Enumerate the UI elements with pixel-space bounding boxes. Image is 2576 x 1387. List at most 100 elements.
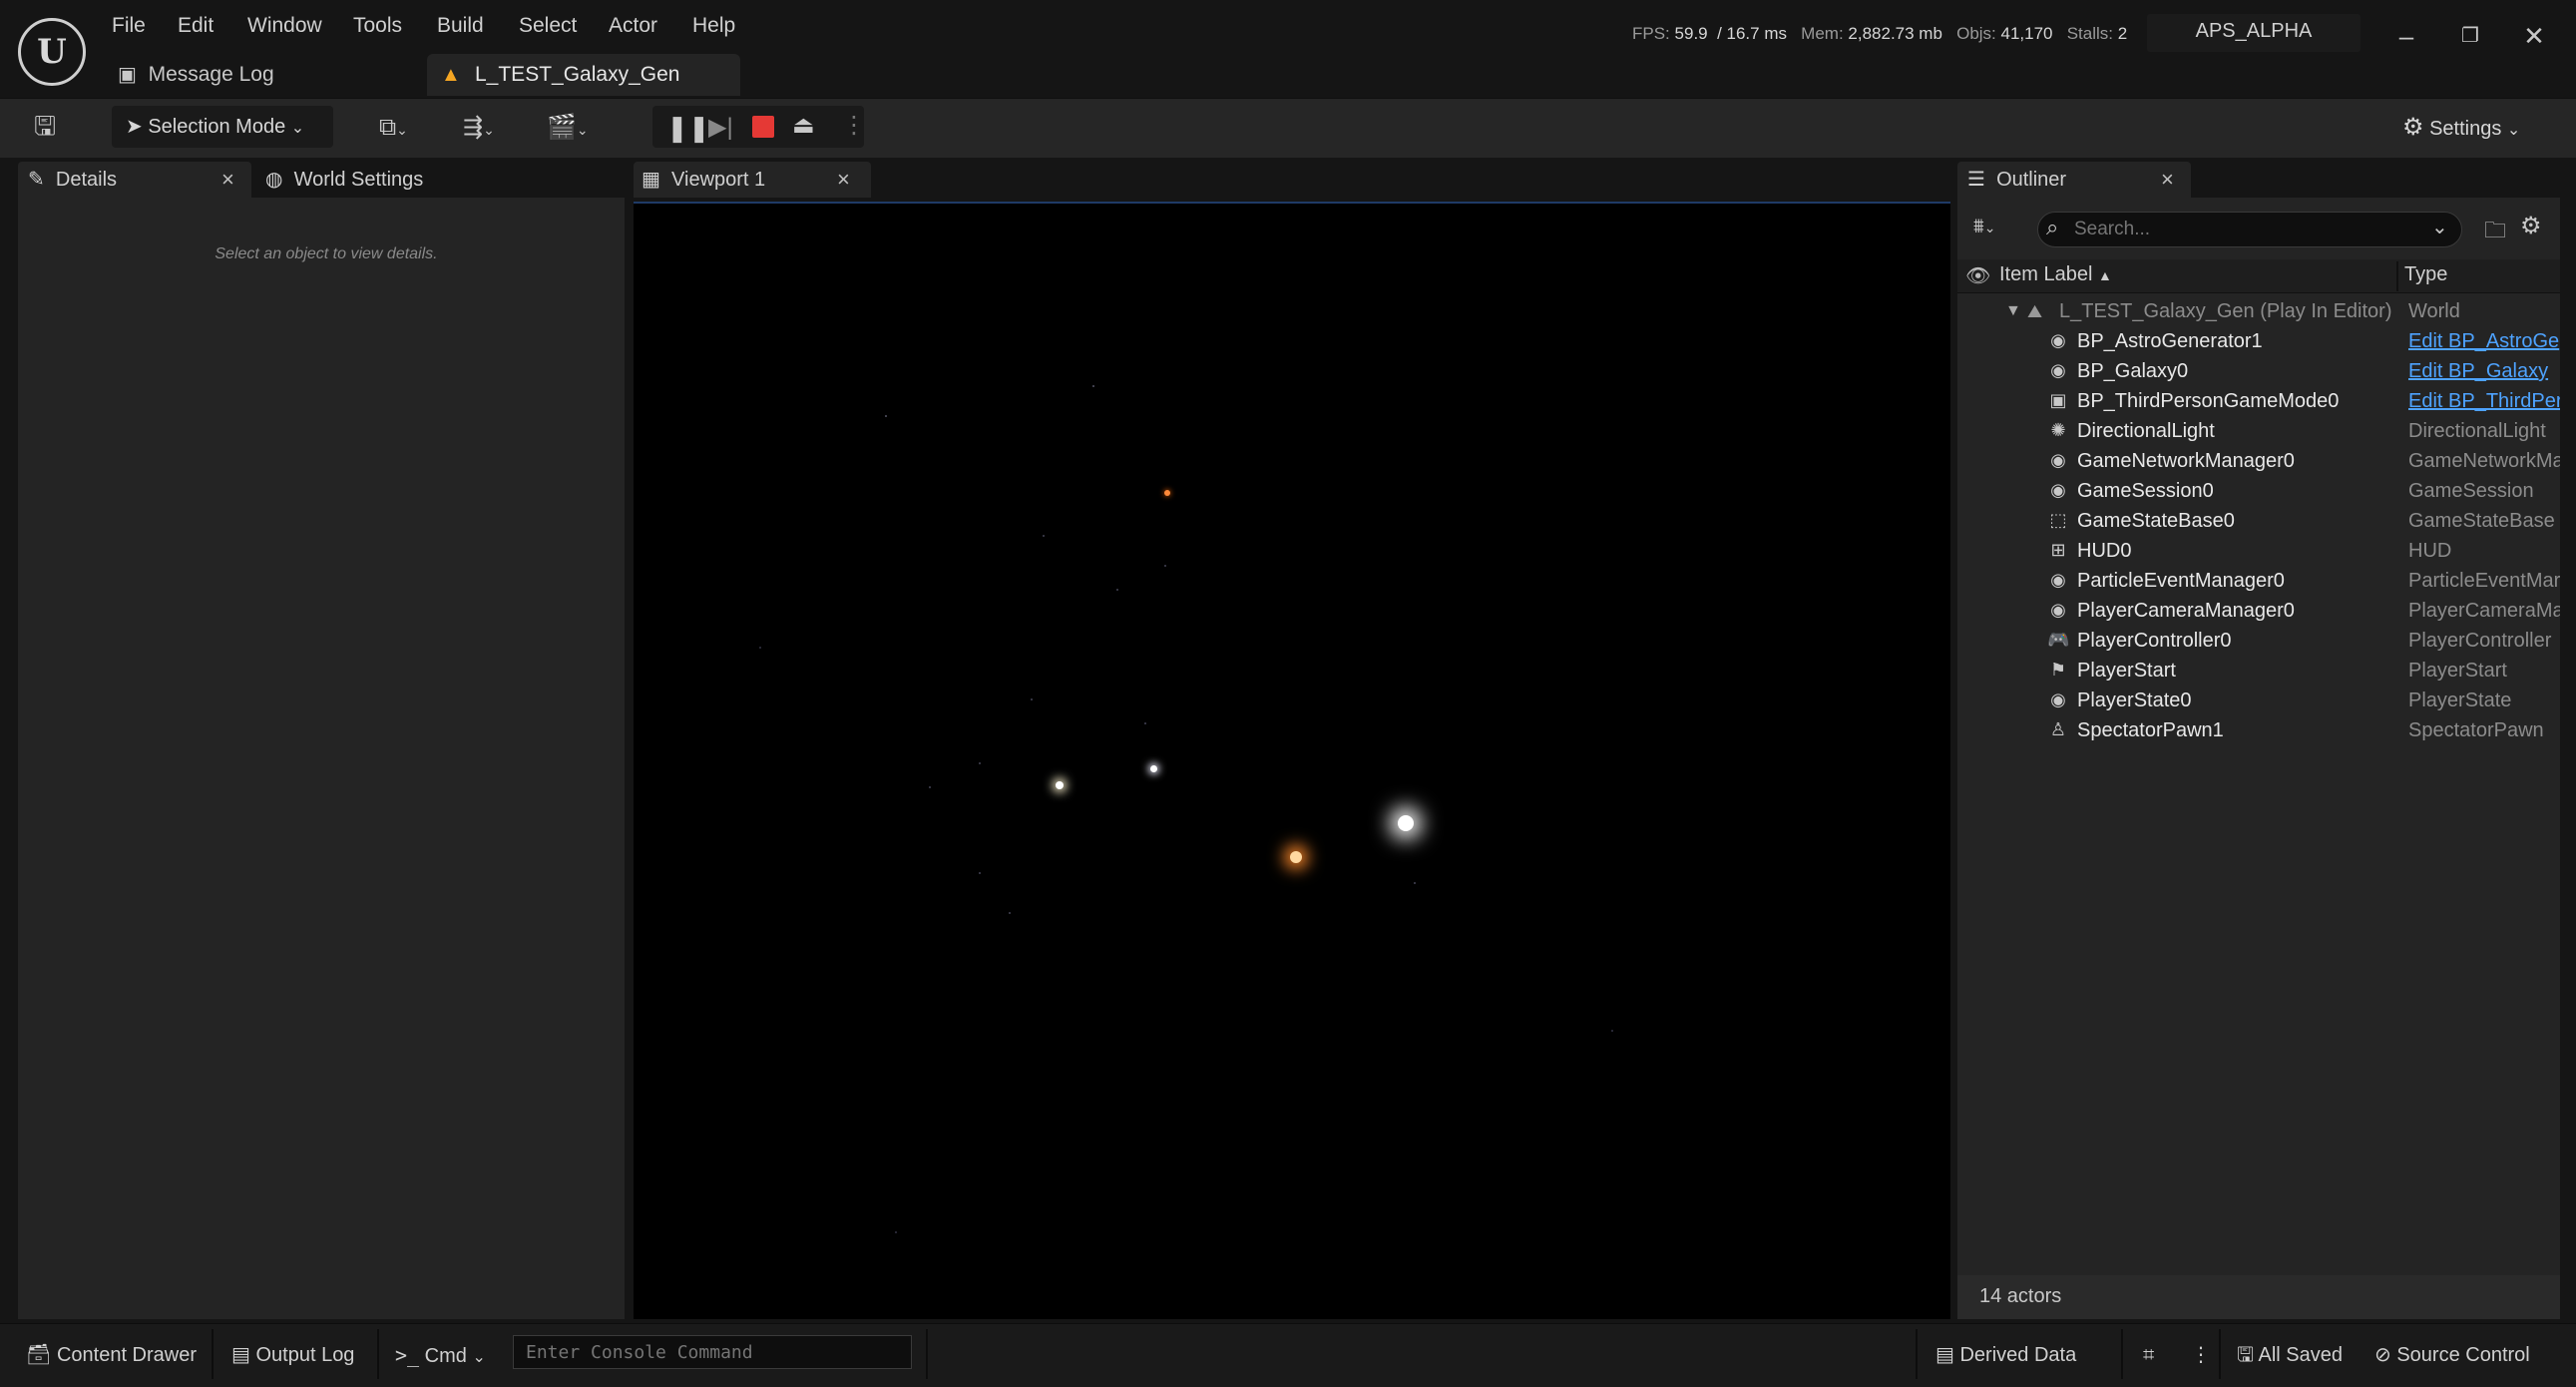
visibility-icon[interactable]: 👁 bbox=[1965, 263, 1990, 288]
outliner-row[interactable]: ◉ ParticleEventManager0 ParticleEventMar bbox=[1957, 566, 2560, 596]
outliner-search: ⌕ ⌄ bbox=[2037, 212, 2462, 247]
cursor-icon: ➤ bbox=[126, 116, 143, 138]
outliner-row[interactable]: ◉ PlayerCameraManager0 PlayerCameraMa bbox=[1957, 596, 2560, 626]
outliner-row[interactable]: ◉ PlayerState0 PlayerState bbox=[1957, 686, 2560, 715]
star bbox=[979, 872, 981, 874]
edit-blueprint-link[interactable]: Edit BP_ThirdPer bbox=[2408, 386, 2560, 416]
outliner-root-row[interactable]: ▼ ⛰ L_TEST_Galaxy_Gen (Play In Editor) W… bbox=[1957, 296, 2560, 326]
tab-viewport[interactable]: ▦ Viewport 1 × bbox=[634, 162, 871, 198]
close-tab-icon[interactable]: × bbox=[837, 162, 850, 198]
hud-icon: ⊞ bbox=[2050, 540, 2066, 560]
menu-help[interactable]: Help bbox=[692, 14, 735, 38]
search-input[interactable] bbox=[2074, 217, 2413, 242]
stats-readout: FPS: 59.9 / 16.7 ms Mem: 2,882.73 mb Obj… bbox=[1632, 24, 2128, 43]
all-saved-button[interactable]: 🖫 All Saved bbox=[2237, 1337, 2343, 1373]
divider bbox=[926, 1329, 928, 1379]
outliner-row[interactable]: ◉ BP_AstroGenerator1 Edit BP_AstroGe bbox=[1957, 326, 2560, 356]
menu-window[interactable]: Window bbox=[247, 14, 322, 38]
add-actor-icon[interactable]: ⧉⌄ bbox=[379, 114, 408, 144]
star bbox=[1116, 589, 1118, 591]
add-folder-icon[interactable]: 🗀 bbox=[2484, 214, 2506, 251]
outliner-row-label: BP_AstroGenerator1 bbox=[2077, 330, 2263, 352]
divider bbox=[2219, 1329, 2221, 1379]
menu-build[interactable]: Build bbox=[437, 14, 484, 38]
selection-mode-button[interactable]: ➤ Selection Mode ⌄ bbox=[112, 106, 333, 148]
details-panel bbox=[18, 198, 625, 1319]
source-control-icon: ⊘ bbox=[2374, 1344, 2391, 1366]
star bbox=[979, 762, 981, 764]
pause-icon[interactable]: ❚❚ bbox=[666, 114, 710, 142]
derived-data-button[interactable]: ▤ Derived Data bbox=[1935, 1337, 2076, 1373]
settings-button[interactable]: ⚙ Settings ⌄ bbox=[2402, 112, 2520, 147]
edit-blueprint-link[interactable]: Edit BP_AstroGe bbox=[2408, 326, 2560, 356]
tab-outliner[interactable]: ☰ Outliner × bbox=[1957, 162, 2191, 198]
menu-file[interactable]: File bbox=[112, 14, 146, 38]
more-options-icon[interactable]: ⋮ bbox=[842, 112, 866, 140]
selection-mode-label: Selection Mode bbox=[148, 116, 286, 138]
outliner-icon: ☰ bbox=[1967, 169, 1985, 191]
star bbox=[1164, 490, 1170, 496]
edit-blueprint-link[interactable]: Edit BP_Galaxy bbox=[2408, 356, 2560, 386]
tab-world-settings[interactable]: ◍ World Settings bbox=[265, 162, 505, 198]
outliner-row[interactable]: ◉ BP_Galaxy0 Edit BP_Galaxy bbox=[1957, 356, 2560, 386]
source-control-button[interactable]: ⊘ Source Control bbox=[2374, 1337, 2530, 1373]
stop-icon[interactable] bbox=[752, 116, 774, 138]
column-divider[interactable] bbox=[2396, 261, 2398, 291]
outliner-row-label: GameNetworkManager0 bbox=[2077, 450, 2295, 472]
outliner-row[interactable]: ◉ GameNetworkManager0 GameNetworkMa bbox=[1957, 446, 2560, 476]
close-window-icon[interactable]: ✕ bbox=[2514, 18, 2554, 54]
expand-arrow-icon[interactable]: ▼ bbox=[2005, 296, 2021, 326]
tab-message-log[interactable]: ▣ Message Log bbox=[118, 54, 274, 96]
tab-message-log-label: Message Log bbox=[148, 63, 274, 86]
cinematics-icon[interactable]: 🎬⌄ bbox=[547, 114, 589, 144]
menu-edit[interactable]: Edit bbox=[178, 14, 214, 38]
star bbox=[895, 1231, 897, 1233]
column-item-label[interactable]: Item Label ▲ bbox=[1999, 263, 2112, 286]
outliner-row-type: GameNetworkMa bbox=[2408, 450, 2560, 472]
blueprint-icon[interactable]: ⇶⌄ bbox=[463, 114, 495, 144]
actor-icon: ◉ bbox=[2050, 600, 2066, 620]
content-drawer-button[interactable]: 🗃 Content Drawer bbox=[26, 1337, 197, 1373]
chevron-down-icon: ⌄ bbox=[2506, 122, 2521, 139]
outliner-row[interactable]: ⬚ GameStateBase0 GameStateBase bbox=[1957, 506, 2560, 536]
outliner-row[interactable]: ⚑ PlayerStart PlayerStart bbox=[1957, 656, 2560, 686]
outliner-row[interactable]: ⊞ HUD0 HUD bbox=[1957, 536, 2560, 566]
step-icon[interactable]: ▶| bbox=[708, 114, 733, 142]
viewport-canvas[interactable] bbox=[634, 202, 1950, 1319]
tab-details[interactable]: ✎ Details × bbox=[18, 162, 251, 198]
outliner-row[interactable]: ✺ DirectionalLight DirectionalLight bbox=[1957, 416, 2560, 446]
unreal-logo-icon[interactable]: U bbox=[18, 18, 86, 86]
restore-icon[interactable]: ❐ bbox=[2450, 18, 2490, 54]
column-type[interactable]: Type bbox=[2404, 263, 2447, 286]
eject-icon[interactable]: ⏏ bbox=[792, 112, 815, 140]
gear-icon[interactable]: ⚙ bbox=[2520, 212, 2542, 240]
terminal-icon: >_ bbox=[395, 1343, 420, 1367]
star bbox=[1150, 765, 1157, 772]
close-tab-icon[interactable]: × bbox=[221, 162, 234, 198]
menu-select[interactable]: Select bbox=[519, 14, 577, 38]
tab-level[interactable]: ▲ L_TEST_Galaxy_Gen bbox=[427, 54, 740, 96]
trace-icon[interactable]: ⌗ bbox=[2143, 1337, 2154, 1373]
minimize-icon[interactable]: – bbox=[2386, 18, 2426, 54]
outliner-row[interactable]: ♙ SpectatorPawn1 SpectatorPawn bbox=[1957, 715, 2560, 745]
pawn-icon: ♙ bbox=[2049, 719, 2067, 739]
outliner-row-type: PlayerStart bbox=[2408, 660, 2507, 682]
outliner-row[interactable]: ▣ BP_ThirdPersonGameMode0 Edit BP_ThirdPer bbox=[1957, 386, 2560, 416]
menu-actor[interactable]: Actor bbox=[609, 14, 657, 38]
light-icon: ✺ bbox=[2050, 420, 2066, 440]
more-options-icon[interactable]: ⋮ bbox=[2191, 1337, 2211, 1373]
console-command-input[interactable] bbox=[513, 1335, 912, 1369]
filter-icon[interactable]: ⩩⌄ bbox=[1973, 216, 1995, 238]
actor-count: 14 actors bbox=[1979, 1285, 2062, 1307]
star bbox=[1611, 1030, 1613, 1032]
outliner-row[interactable]: ◉ GameSession0 GameSession bbox=[1957, 476, 2560, 506]
cmd-dropdown[interactable]: >_ Cmd ⌄ bbox=[395, 1337, 486, 1373]
star bbox=[929, 786, 931, 788]
chevron-down-icon[interactable]: ⌄ bbox=[2431, 215, 2448, 239]
outliner-row-type: PlayerCameraMa bbox=[2408, 600, 2560, 622]
menu-tools[interactable]: Tools bbox=[353, 14, 402, 38]
close-tab-icon[interactable]: × bbox=[2161, 162, 2174, 198]
output-log-button[interactable]: ▤ Output Log bbox=[231, 1337, 354, 1373]
outliner-row[interactable]: 🎮 PlayerController0 PlayerController bbox=[1957, 626, 2560, 656]
save-icon[interactable]: 🖫 bbox=[34, 112, 56, 140]
